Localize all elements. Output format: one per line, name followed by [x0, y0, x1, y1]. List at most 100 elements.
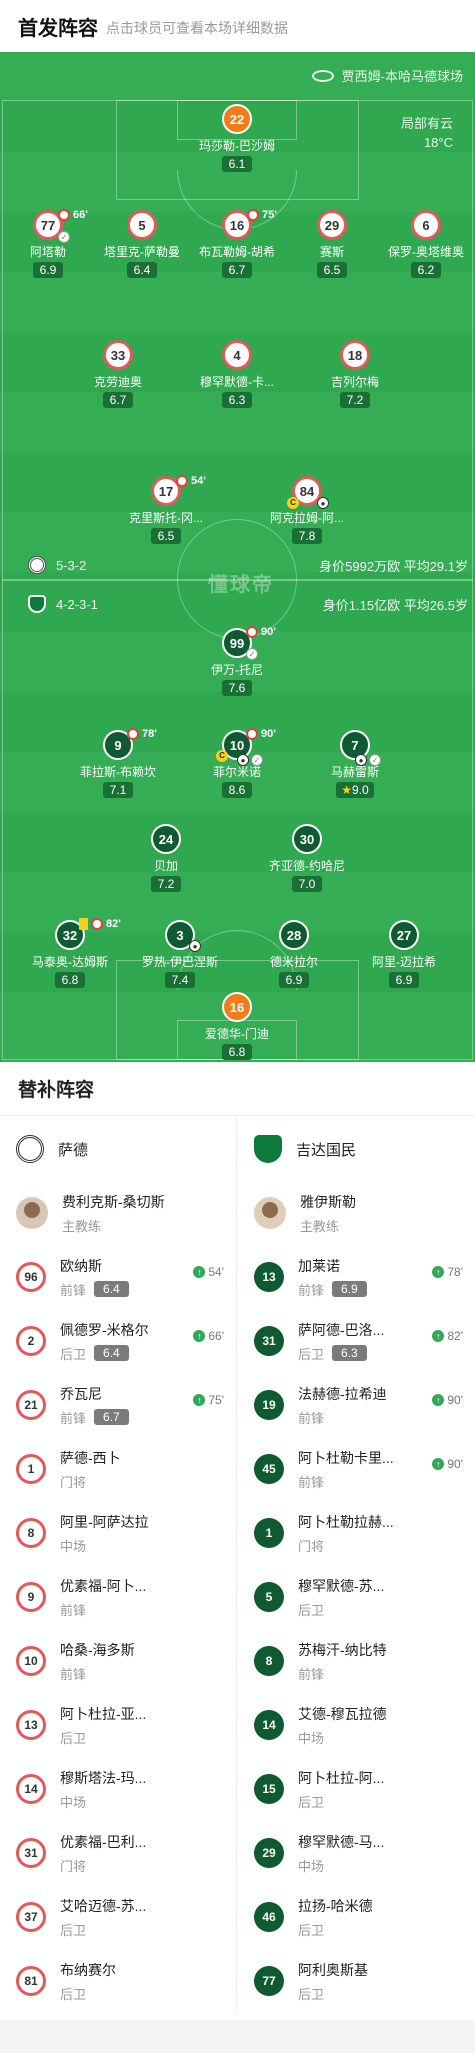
- sub-position: 后卫: [60, 1346, 87, 1362]
- goal-ball-icon: ●: [189, 940, 201, 952]
- sub-player-row[interactable]: 81 布纳赛尔 后卫: [0, 1949, 236, 2013]
- sub-player-row[interactable]: 77 阿利奥斯基 后卫: [238, 1949, 475, 2013]
- sub-name: 萨德-西卜: [60, 1449, 121, 1466]
- home-player[interactable]: 17 54' 克里斯托-冈... 6.5: [106, 475, 226, 545]
- sub-number: 21: [16, 1390, 46, 1420]
- sub-player-row[interactable]: 19 法赫德-拉希迪 前锋 ↑ 90': [238, 1373, 475, 1437]
- player-rating: 6.3: [222, 392, 252, 408]
- sub-name: 拉扬-哈米德: [298, 1897, 373, 1914]
- shirt-number: 16: [222, 992, 252, 1022]
- home-player[interactable]: 22 玛莎勒-巴沙姆 6.1: [177, 104, 297, 173]
- away-player[interactable]: 24 贝加 7.2: [106, 824, 226, 893]
- sub-player-row[interactable]: 15 阿卜杜拉-阿... 后卫: [238, 1757, 475, 1821]
- away-player[interactable]: 7 ● ✓ 马赫雷斯 ★9.0: [295, 730, 415, 799]
- home-subs-column: 萨德 费利克斯-桑切斯 主教练 96 欧纳斯 前锋 6.4 ↑ 54' 2 佩德罗-米格…: [0, 1117, 237, 2013]
- home-team-logo: [28, 556, 46, 574]
- sub-rating: 6.9: [332, 1281, 367, 1297]
- sub-position: 前锋: [298, 1474, 325, 1490]
- home-team-row: 5-3-2 身价5992万欧 平均29.1岁: [28, 553, 468, 577]
- sub-number: 13: [16, 1710, 46, 1740]
- sub-rating: 6.3: [332, 1345, 367, 1361]
- player-rating: 6.8: [55, 972, 85, 988]
- sub-name: 阿卜杜勒卡里...: [298, 1449, 394, 1466]
- sub-number: 46: [254, 1902, 284, 1932]
- sub-position: 门将: [60, 1858, 87, 1874]
- away-player[interactable]: 32 82' 马泰奥-达姆斯 6.8: [10, 918, 130, 989]
- home-player[interactable]: 84 C ● 阿克拉姆-阿... 7.8: [247, 476, 367, 545]
- sub-player-row[interactable]: 96 欧纳斯 前锋 6.4 ↑ 54': [0, 1245, 236, 1309]
- away-player[interactable]: 9 78' 菲拉斯-布赖坎 7.1: [58, 728, 178, 799]
- shirt-number: 16 75': [222, 209, 277, 240]
- captain-icon: C: [287, 497, 299, 509]
- sub-player-row[interactable]: 37 艾哈迈德-苏... 后卫: [0, 1885, 236, 1949]
- sub-position: 中场: [298, 1730, 325, 1746]
- shirt-number: 29: [317, 210, 347, 240]
- sub-player-row[interactable]: 9 优素福-阿卜... 前锋: [0, 1565, 236, 1629]
- away-player[interactable]: 30 齐亚德-约哈尼 7.0: [247, 824, 367, 893]
- sub-number: 5: [254, 1582, 284, 1612]
- sub-player-row[interactable]: 8 阿里-阿萨达拉 中场: [0, 1501, 236, 1565]
- away-player[interactable]: 27 阿里-迈拉希 6.9: [344, 920, 464, 989]
- sub-player-row[interactable]: 5 穆罕默德-苏... 后卫: [238, 1565, 475, 1629]
- sub-player-row[interactable]: 13 加莱诺 前锋 6.9 ↑ 78': [238, 1245, 475, 1309]
- player-name: 玛莎勒-巴沙姆: [199, 139, 275, 153]
- sub-player-row[interactable]: 29 穆罕默德-马... 中场: [238, 1821, 475, 1885]
- home-player[interactable]: 6 保罗-奥塔维奥 6.2: [366, 210, 475, 279]
- shirt-number: 4: [222, 340, 252, 370]
- sub-player-row[interactable]: 2 佩德罗-米格尔 后卫 6.4 ↑ 66': [0, 1309, 236, 1373]
- away-player[interactable]: 16 爱德华-门迪 6.8: [177, 992, 297, 1061]
- sub-player-row[interactable]: 1 阿卜杜勒拉赫... 门将: [238, 1501, 475, 1565]
- home-player[interactable]: 18 吉列尔梅 7.2: [295, 340, 415, 409]
- sub-player-row[interactable]: 14 艾德-穆瓦拉德 中场: [238, 1693, 475, 1757]
- sub-in-icon: ↑: [193, 1394, 206, 1406]
- away-player[interactable]: 99 90' ✓ 伊万-托尼 7.6: [177, 626, 297, 697]
- weather-desc: 局部有云: [400, 116, 453, 131]
- sub-player-row[interactable]: 14 穆斯塔法-玛... 中场: [0, 1757, 236, 1821]
- sub-out-icon: [247, 209, 259, 221]
- shirt-number: 32 82': [55, 918, 121, 950]
- sub-player-row[interactable]: 1 萨德-西卜 门将: [0, 1437, 236, 1501]
- sub-name: 阿卜杜勒拉赫...: [298, 1513, 394, 1530]
- sub-name: 穆罕默德-马...: [298, 1833, 385, 1850]
- sub-player-row[interactable]: 10 哈桑-海多斯 前锋: [0, 1629, 236, 1693]
- coach-row[interactable]: 费利克斯-桑切斯 主教练: [0, 1181, 236, 1245]
- sub-number: 37: [16, 1902, 46, 1932]
- away-stats: 身价1.15亿欧 平均26.5岁: [322, 597, 468, 613]
- sub-number: 81: [16, 1966, 46, 1996]
- sub-position: 后卫: [298, 1602, 325, 1618]
- player-rating: 7.4: [165, 972, 195, 988]
- away-player[interactable]: 10 90' C ● ✓ 菲尔米诺 8.6: [177, 728, 297, 799]
- sub-position: 前锋: [298, 1666, 325, 1682]
- team-name: 萨德: [58, 1141, 89, 1159]
- sub-player-row[interactable]: 13 阿卜杜拉-亚... 后卫: [0, 1693, 236, 1757]
- boot-icon: ✓: [369, 754, 381, 766]
- sub-number: 1: [254, 1518, 284, 1548]
- shirt-number: 30: [292, 824, 322, 854]
- player-rating: 6.7: [222, 262, 252, 278]
- sub-number: 14: [254, 1710, 284, 1740]
- away-subs-column: 吉达国民 雅伊斯勒 主教练 13 加莱诺 前锋 6.9 ↑ 78' 31 萨阿德-巴洛.…: [238, 1117, 475, 2013]
- sub-player-row[interactable]: 31 优素福-巴利... 门将: [0, 1821, 236, 1885]
- away-team-header[interactable]: 吉达国民: [238, 1117, 475, 1181]
- away-player[interactable]: 3 ● 罗热-伊巴涅斯 7.4: [120, 920, 240, 989]
- home-team-header[interactable]: 萨德: [0, 1117, 236, 1181]
- sub-name: 乔瓦尼: [60, 1385, 102, 1402]
- sub-player-row[interactable]: 45 阿卜杜勒卡里... 前锋 ↑ 90': [238, 1437, 475, 1501]
- sub-player-row[interactable]: 21 乔瓦尼 前锋 6.7 ↑ 75': [0, 1373, 236, 1437]
- away-player[interactable]: 28 德米拉尔 6.9: [234, 920, 354, 989]
- sub-player-row[interactable]: 8 苏梅汗-纳比特 前锋: [238, 1629, 475, 1693]
- coach-row[interactable]: 雅伊斯勒 主教练: [238, 1181, 475, 1245]
- sub-player-row[interactable]: 31 萨阿德-巴洛... 后卫 6.3 ↑ 82': [238, 1309, 475, 1373]
- sub-position: 前锋: [60, 1602, 87, 1618]
- player-rating: 7.0: [292, 876, 322, 892]
- player-rating: 7.6: [222, 680, 252, 696]
- sub-player-row[interactable]: 46 拉扬-哈米德 后卫: [238, 1885, 475, 1949]
- sub-position: 后卫: [298, 1922, 325, 1938]
- player-name: 马赫雷斯: [330, 765, 379, 779]
- sub-number: 31: [254, 1326, 284, 1356]
- home-player[interactable]: 33 克劳迪奥 6.7: [58, 340, 178, 409]
- sub-number: 77: [254, 1966, 284, 1996]
- home-player[interactable]: 4 穆罕默德-卡... 6.3: [177, 340, 297, 409]
- sub-name: 阿里-阿萨达拉: [60, 1513, 149, 1530]
- player-rating: 6.8: [222, 1044, 252, 1060]
